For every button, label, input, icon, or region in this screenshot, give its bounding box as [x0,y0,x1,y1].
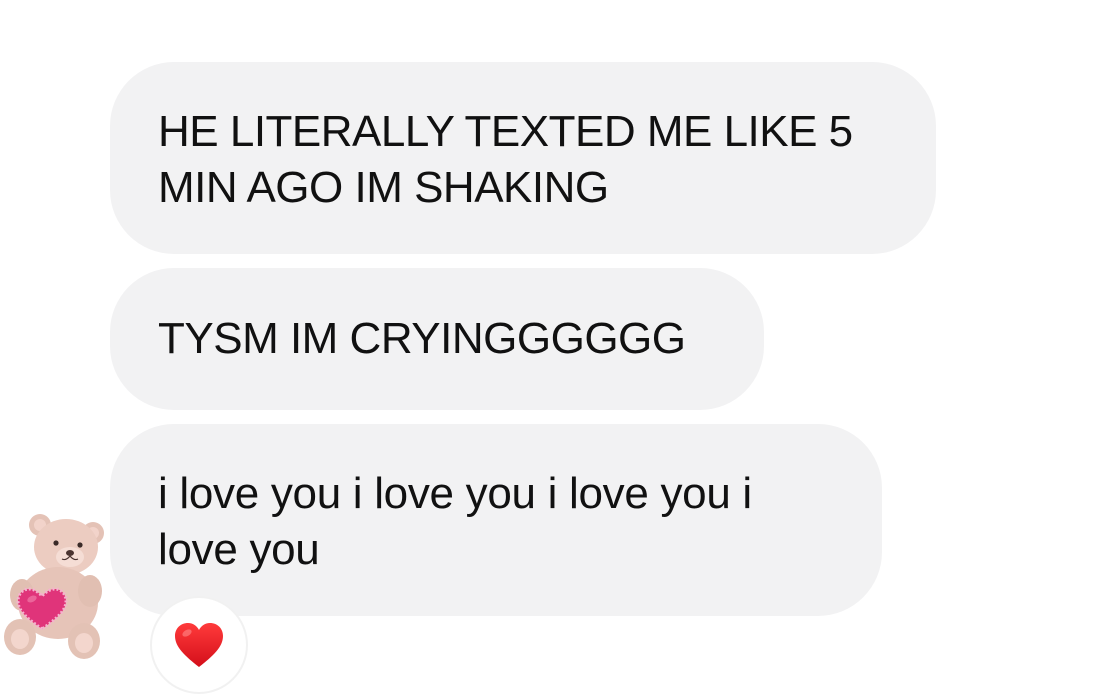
message-bubble[interactable]: TYSM IM CRYINGGGGGG [110,268,764,410]
reaction-badge[interactable] [152,598,246,692]
message-text: HE LITERALLY TEXTED ME LIKE 5 MIN AGO IM… [158,107,853,212]
message-thread: HE LITERALLY TEXTED ME LIKE 5 MIN AGO IM… [0,0,1120,696]
heart-icon [175,623,223,667]
message-bubble[interactable]: HE LITERALLY TEXTED ME LIKE 5 MIN AGO IM… [110,62,936,254]
message-text: TYSM IM CRYINGGGGGG [158,314,686,363]
teddy-bear-heart-icon [4,514,104,659]
message-bubble[interactable]: i love you i love you i love you i love … [110,424,882,616]
message-text: i love you i love you i love you i love … [158,469,752,574]
